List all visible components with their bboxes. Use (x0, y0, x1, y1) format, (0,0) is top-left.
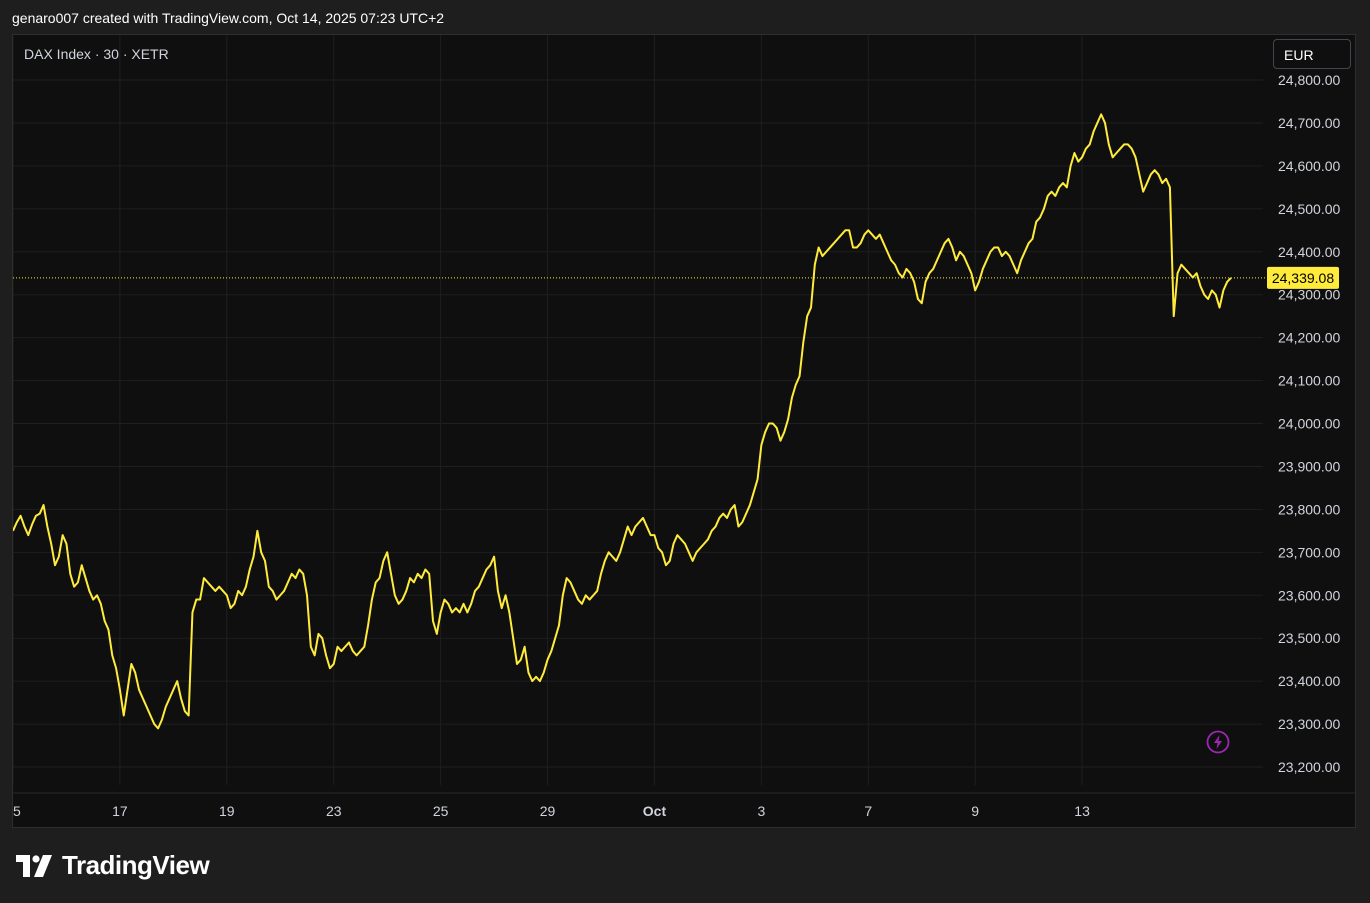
chart-pane[interactable]: 23,200.00 23,300.00 23,400.00 23,500.00 23,6… (12, 34, 1356, 828)
y-tick-label: 24,300.00 (1278, 287, 1340, 303)
y-tick-label: 24,500.00 (1278, 201, 1340, 217)
y-tick-label: 23,300.00 (1278, 716, 1340, 732)
x-tick-label: 13 (1074, 803, 1090, 819)
y-tick-label: 24,700.00 (1278, 115, 1340, 131)
x-tick-label: 29 (540, 803, 556, 819)
y-tick-label: 24,400.00 (1278, 244, 1340, 260)
x-tick-label: 17 (112, 803, 128, 819)
price-line (13, 113, 1232, 730)
x-tick-label: 19 (219, 803, 235, 819)
lightning-icon[interactable] (1206, 730, 1230, 754)
y-tick-label: 24,800.00 (1278, 72, 1340, 88)
x-tick-label: Oct (643, 803, 667, 819)
y-tick-label: 23,700.00 (1278, 544, 1340, 560)
last-price-label: 24,339.08 (1272, 270, 1334, 286)
x-tick-label: 7 (864, 803, 872, 819)
y-tick-label: 23,400.00 (1278, 673, 1340, 689)
price-chart[interactable]: 23,200.00 23,300.00 23,400.00 23,500.00 23,6… (13, 35, 1355, 827)
y-tick-label: 23,800.00 (1278, 501, 1340, 517)
x-tick-label: 9 (971, 803, 979, 819)
y-tick-label: 24,100.00 (1278, 373, 1340, 389)
brand-name: TradingView (62, 850, 210, 880)
y-tick-label: 23,900.00 (1278, 458, 1340, 474)
symbol-label: DAX Index · 30 · XETR (24, 46, 169, 62)
x-tick-label: 15 (13, 803, 21, 819)
y-tick-label: 24,200.00 (1278, 330, 1340, 346)
y-tick-label: 24,000.00 (1278, 416, 1340, 432)
y-tick-label: 23,200.00 (1278, 759, 1340, 775)
chart-header: genaro007 created with TradingView.com, … (12, 10, 445, 26)
x-tick-label: 3 (757, 803, 765, 819)
tradingview-logo: TradingView (16, 850, 210, 881)
currency-button[interactable]: EUR (1273, 39, 1351, 69)
x-tick-label: 25 (433, 803, 449, 819)
x-tick-label: 23 (326, 803, 342, 819)
y-tick-label: 24,600.00 (1278, 158, 1340, 174)
y-tick-label: 23,500.00 (1278, 630, 1340, 646)
tradingview-logo-icon (16, 854, 52, 877)
y-tick-label: 23,600.00 (1278, 587, 1340, 603)
